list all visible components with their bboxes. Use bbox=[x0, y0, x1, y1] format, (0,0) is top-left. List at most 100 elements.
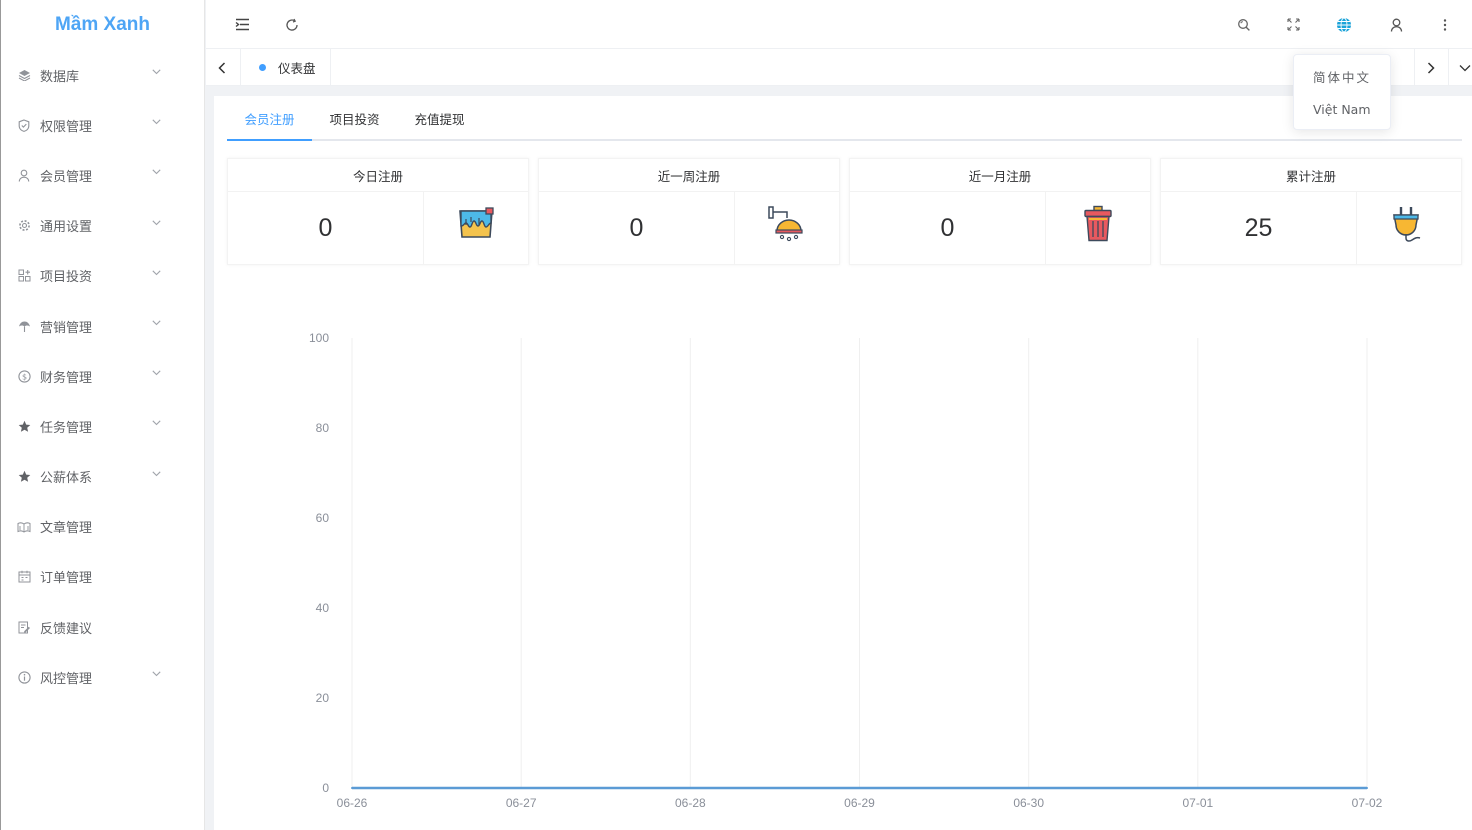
search-button[interactable] bbox=[1224, 0, 1264, 49]
tags-scroll-right[interactable] bbox=[1414, 49, 1446, 86]
tag-label: 仪表盘 bbox=[278, 61, 316, 76]
y-tick-label: 100 bbox=[309, 331, 329, 345]
sidebar-item-9[interactable]: 文章管理 bbox=[1, 502, 204, 552]
svg-text:$: $ bbox=[21, 372, 26, 381]
sidebar-item-11[interactable]: 反馈建议 bbox=[1, 602, 204, 652]
lang-option-zh[interactable]: 简体中文 bbox=[1294, 60, 1390, 93]
chevron-down-icon bbox=[152, 220, 161, 228]
sidebar: Mầm Xanh 数据库权限管理会员管理通用设置项目投资营销管理 $ 财务管理任务管… bbox=[0, 0, 205, 830]
y-tick-label: 0 bbox=[322, 781, 329, 795]
chevron-down-icon bbox=[152, 119, 161, 127]
y-tick-label: 20 bbox=[316, 691, 330, 705]
chevron-down-icon bbox=[152, 270, 161, 278]
menu-fold-icon bbox=[235, 18, 249, 31]
umbrella-icon bbox=[17, 319, 31, 333]
book-open-icon bbox=[17, 520, 31, 534]
chevron-down-icon bbox=[152, 320, 161, 328]
sidebar-item-label: 权限管理 bbox=[40, 119, 93, 135]
x-tick-label: 06-29 bbox=[844, 796, 875, 810]
sidebar-item-12[interactable]: 风控管理 bbox=[1, 652, 204, 702]
sidebar-item-8[interactable]: 公薪体系 bbox=[1, 452, 204, 502]
sidebar-item-label: 风控管理 bbox=[40, 671, 93, 687]
y-tick-label: 80 bbox=[316, 421, 330, 435]
data-point bbox=[689, 787, 692, 789]
info-circle-icon bbox=[17, 670, 31, 684]
sidebar-item-4[interactable]: 项目投资 bbox=[1, 251, 204, 301]
fullscreen-icon bbox=[1286, 18, 1300, 31]
chevron-down-icon bbox=[152, 370, 161, 378]
shield-check-icon bbox=[17, 118, 31, 132]
chevron-down-icon bbox=[152, 420, 161, 428]
y-tick-label: 60 bbox=[316, 511, 330, 525]
tag-dashboard[interactable]: 仪表盘 bbox=[240, 49, 331, 86]
sidebar-item-label: 反馈建议 bbox=[40, 621, 93, 637]
refresh-button[interactable] bbox=[272, 0, 312, 49]
sidebar-item-3[interactable]: 通用设置 bbox=[1, 201, 204, 251]
more-button[interactable] bbox=[1425, 0, 1465, 49]
dashboard-panel: 会员注册 项目投资 充值提现 今日注册 0 近一周注册 0 近一月注册 0 累计… bbox=[214, 96, 1472, 830]
sidebar-item-label: 任务管理 bbox=[40, 420, 93, 436]
sidebar-item-label: 会员管理 bbox=[40, 169, 93, 185]
globe-icon bbox=[1337, 17, 1351, 32]
data-point bbox=[1366, 787, 1368, 789]
sidebar-item-label: 财务管理 bbox=[40, 370, 93, 386]
gear-icon bbox=[17, 219, 31, 233]
sidebar-item-0[interactable]: 数据库 bbox=[1, 50, 204, 100]
x-tick-label: 07-02 bbox=[1352, 796, 1383, 810]
fullscreen-button[interactable] bbox=[1273, 0, 1313, 49]
x-tick-label: 06-26 bbox=[337, 796, 368, 810]
sidebar-item-label: 项目投资 bbox=[40, 270, 93, 286]
data-point bbox=[858, 787, 861, 789]
registration-line-chart: 06-26 06-27 06-28 06-29 06-30 07-01 07-02 0 20 40… bbox=[309, 331, 1383, 810]
sidebar-item-label: 文章管理 bbox=[40, 521, 93, 537]
sidebar-item-6[interactable]: $ 财务管理 bbox=[1, 351, 204, 401]
sidebar-item-7[interactable]: 任务管理 bbox=[1, 401, 204, 451]
sidebar-item-5[interactable]: 营销管理 bbox=[1, 301, 204, 351]
sidebar-item-1[interactable]: 权限管理 bbox=[1, 100, 204, 150]
tags-bar: 仪表盘 bbox=[206, 49, 1472, 86]
star-icon bbox=[17, 419, 31, 433]
grid-add-icon bbox=[17, 269, 31, 283]
language-dropdown: 简体中文 Việt Nam bbox=[1293, 54, 1391, 130]
chevron-down-icon bbox=[1459, 64, 1470, 71]
language-button[interactable] bbox=[1324, 0, 1364, 49]
sidebar-item-label: 营销管理 bbox=[40, 320, 93, 336]
search-icon bbox=[1238, 18, 1250, 31]
user-icon bbox=[1390, 18, 1402, 32]
data-point bbox=[1027, 787, 1030, 789]
calendar-icon bbox=[17, 570, 31, 584]
x-tick-label: 06-27 bbox=[506, 796, 537, 810]
chevron-left-icon bbox=[218, 61, 226, 74]
chevron-right-icon bbox=[1427, 61, 1435, 74]
data-point bbox=[520, 787, 523, 789]
chevron-down-icon bbox=[152, 169, 161, 177]
user-button[interactable] bbox=[1376, 0, 1416, 49]
sidebar-item-10[interactable]: 订单管理 bbox=[1, 552, 204, 602]
tags-menu-dropdown[interactable] bbox=[1448, 49, 1472, 86]
top-header bbox=[206, 0, 1472, 49]
data-point bbox=[351, 787, 353, 789]
chevron-down-icon bbox=[152, 471, 161, 479]
layers-icon bbox=[17, 68, 31, 82]
user-icon bbox=[17, 168, 31, 182]
data-point bbox=[1196, 787, 1199, 789]
sidebar-item-label: 订单管理 bbox=[40, 571, 93, 587]
more-vertical-icon bbox=[1443, 18, 1447, 31]
tags-scroll-left[interactable] bbox=[206, 49, 238, 86]
menu-fold-button[interactable] bbox=[222, 0, 262, 49]
app-logo[interactable]: Mầm Xanh bbox=[1, 0, 204, 50]
sidebar-item-2[interactable]: 会员管理 bbox=[1, 150, 204, 200]
chevron-down-icon bbox=[152, 69, 161, 77]
lang-option-vi[interactable]: Việt Nam bbox=[1294, 93, 1390, 126]
edit-note-icon bbox=[17, 620, 31, 634]
x-tick-label: 06-28 bbox=[675, 796, 706, 810]
x-tick-label: 07-01 bbox=[1182, 796, 1213, 810]
y-tick-label: 40 bbox=[316, 601, 330, 615]
dollar-circle-icon: $ bbox=[17, 369, 31, 383]
sidebar-menu: 数据库权限管理会员管理通用设置项目投资营销管理 $ 财务管理任务管理公薪体系文章管理… bbox=[1, 50, 204, 702]
sidebar-item-label: 通用设置 bbox=[40, 220, 93, 236]
sidebar-item-label: 数据库 bbox=[40, 69, 80, 85]
chevron-down-icon bbox=[152, 671, 161, 679]
refresh-icon bbox=[286, 18, 298, 31]
x-tick-label: 06-30 bbox=[1013, 796, 1044, 810]
